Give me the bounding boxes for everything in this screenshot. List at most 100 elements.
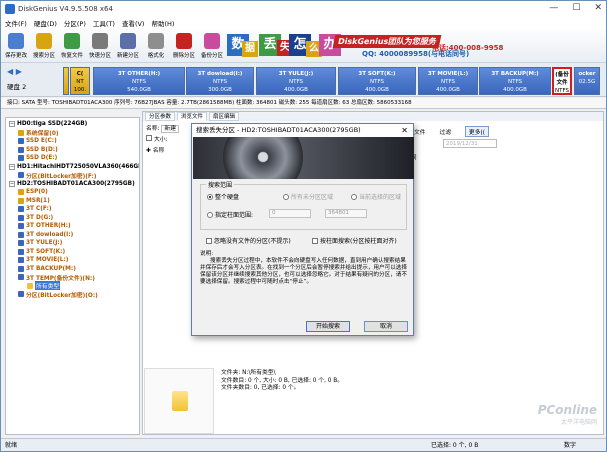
tab-partition-params[interactable]: 分区参数 bbox=[145, 112, 176, 121]
tree-partition-node[interactable]: 3T YULE(J:) bbox=[6, 239, 139, 248]
tree-node-label: 3T C(F:) bbox=[26, 206, 52, 213]
partition-bar[interactable]: 3T BACKUP(M:) NTFS 400.0GB bbox=[479, 67, 551, 95]
tree-partition-node[interactable]: 3T C(F:) bbox=[6, 205, 139, 214]
dialog-close-icon[interactable]: ✕ bbox=[401, 124, 408, 137]
tree-partition-node[interactable]: MSR(1) bbox=[6, 197, 139, 206]
tree-partition-node[interactable]: 3T MOVIE(L:) bbox=[6, 256, 139, 265]
tree-node-label: 分区(BitLocker加密)(F:) bbox=[26, 173, 97, 180]
tree-disk-node[interactable]: − HD2:TOSHIBADT01ACA300(2795GB) bbox=[6, 180, 139, 189]
path-row: 名称: 新建 大小: ✚ 名称 bbox=[146, 124, 179, 157]
menu-view[interactable]: 查看(V) bbox=[122, 18, 145, 28]
date-field[interactable]: 2019/12/31 bbox=[443, 139, 497, 148]
tree-partition-node[interactable]: 3T dowload(I:) bbox=[6, 231, 139, 240]
partition-size: 400.0GB bbox=[503, 87, 527, 93]
tree-partition-node[interactable]: ESP(0) bbox=[6, 188, 139, 197]
save-icon bbox=[8, 33, 24, 49]
tree-partition-node[interactable]: 所有类型 bbox=[6, 281, 139, 291]
path-value[interactable]: 新建 bbox=[161, 125, 179, 133]
partition-icon bbox=[18, 189, 24, 196]
tree-partition-node[interactable]: SSD D(E:) bbox=[6, 154, 139, 163]
column-name[interactable]: 名称 bbox=[153, 148, 165, 154]
tree-partition-node[interactable]: 分区(BitLocker加密)(F:) bbox=[6, 171, 139, 180]
cylinder-from-input[interactable]: 0 bbox=[269, 209, 311, 218]
partition-bar[interactable]: (备份文件NTFS31.8G bbox=[552, 67, 572, 95]
collapse-icon[interactable]: − bbox=[9, 163, 15, 170]
partition-name: 3T BACKUP(M:) bbox=[491, 71, 539, 77]
partition-fs: NTFS bbox=[212, 79, 228, 85]
collapse-icon[interactable]: − bbox=[9, 180, 15, 187]
search-icon bbox=[36, 33, 52, 49]
radio-cylinder-range[interactable]: 指定柱面范围: bbox=[207, 210, 253, 219]
watermark-logo: PConline 太平洋电脑网 bbox=[537, 403, 597, 426]
search-partition-button[interactable]: 搜索分区 bbox=[31, 33, 57, 59]
tree-partition-node[interactable]: 3T OTHER(H:) bbox=[6, 222, 139, 231]
more-button[interactable]: 更多(( bbox=[464, 126, 490, 137]
tree-partition-node[interactable]: 3T SOFT(K:) bbox=[6, 248, 139, 257]
banner-qq: QQ: 4000089958(与电话同号) bbox=[362, 50, 470, 58]
cylinder-to-input[interactable]: 364801 bbox=[325, 209, 367, 218]
recover-files-button[interactable]: 恢复文件 bbox=[59, 33, 85, 59]
tree-node-label: HD0:tiga SSD(224GB) bbox=[17, 121, 88, 128]
partition-bar[interactable]: 3T OTHER(H:) NTFS 540.0GB bbox=[93, 67, 185, 95]
tab-sector-edit[interactable]: 扇区编辑 bbox=[209, 112, 240, 121]
start-search-button[interactable]: 开始搜索 bbox=[306, 321, 350, 332]
partition-bar[interactable]: 3T MOVIE(L:) NTFS 400.0GB bbox=[418, 67, 478, 95]
quick-partition-button[interactable]: 快速分区 bbox=[87, 33, 113, 59]
partition-bar[interactable] bbox=[63, 67, 69, 95]
tree-partition-node[interactable]: 3T D(G:) bbox=[6, 214, 139, 223]
delete-partition-button[interactable]: 删除分区 bbox=[171, 33, 197, 59]
description-title: 说明: bbox=[200, 251, 214, 257]
disk-nav-arrows[interactable]: ◀ ▶ bbox=[7, 67, 22, 76]
tree-partition-node[interactable]: 系统保留(0) bbox=[6, 129, 139, 137]
tree-node-label: ESP(0) bbox=[26, 189, 48, 196]
close-icon[interactable]: ✕ bbox=[594, 3, 602, 13]
menu-help[interactable]: 帮助(H) bbox=[151, 18, 174, 28]
path-label: 名称: bbox=[146, 126, 160, 132]
menu-tools[interactable]: 工具(T) bbox=[93, 18, 115, 28]
promo-banner[interactable]: 数 据 丢 失 怎 么 办 DiskGenius团队为您服务 电话:400-00… bbox=[227, 31, 605, 63]
collapse-icon[interactable]: − bbox=[9, 121, 15, 128]
tree-disk-node[interactable]: − HD1:HitachiHDT725050VLA360(466GB bbox=[6, 163, 139, 172]
backup-partition-button[interactable]: 备份分区 bbox=[199, 33, 225, 59]
partition-bar[interactable]: 3T dowload(I:) NTFS 300.0GB bbox=[186, 67, 254, 95]
partition-bar[interactable]: 3T SOFT(K:) NTFS 400.0GB bbox=[338, 67, 416, 95]
folder-icon bbox=[172, 391, 188, 411]
status-selected: 已选择: 0 个, 0 B bbox=[431, 442, 479, 449]
radio-whole-disk[interactable]: 整个硬盘 bbox=[207, 192, 239, 201]
format-button[interactable]: 格式化 bbox=[143, 33, 169, 59]
partition-size: 300.0GB bbox=[208, 87, 232, 93]
tree-partition-node[interactable]: 分区(BitLocker加密)(O:) bbox=[6, 290, 139, 299]
tree-partition-node[interactable]: 3T TEMP(备份文件)(N:) bbox=[6, 273, 139, 282]
partition-bar[interactable]: C(NT 100. bbox=[70, 67, 90, 95]
save-button[interactable]: 保存更改 bbox=[3, 33, 29, 59]
tree-node-label: 3T D(G:) bbox=[26, 214, 54, 221]
cancel-button[interactable]: 取消 bbox=[364, 321, 408, 332]
tree-node-label: 3T MOVIE(L:) bbox=[26, 257, 69, 264]
maximize-icon[interactable]: ☐ bbox=[572, 3, 580, 13]
menu-file[interactable]: 文件(F) bbox=[5, 18, 27, 28]
new-partition-button[interactable]: 新建分区 bbox=[115, 33, 141, 59]
cylinder-align-checkbox[interactable]: 按柱面搜索(分区按柱面对齐) bbox=[312, 236, 397, 245]
partition-size: 540.0GB bbox=[127, 87, 151, 93]
tree-partition-node[interactable]: SSD E(C:) bbox=[6, 137, 139, 146]
radio-unallocated[interactable]: 所有未分区区域 bbox=[283, 192, 333, 201]
partition-bar[interactable]: 3T YULE(J:) NTFS 400.0GB bbox=[256, 67, 336, 95]
radio-icon bbox=[207, 211, 213, 218]
partition-icon bbox=[18, 291, 24, 298]
menu-bar: 文件(F) 硬盘(D) 分区(P) 工具(T) 查看(V) 帮助(H) bbox=[1, 17, 606, 29]
radio-selected-area[interactable]: 当前选择的区域 bbox=[351, 192, 401, 201]
partition-name: 3T dowload(I:) bbox=[197, 71, 243, 77]
tree-partition-node[interactable]: SSD B(D:) bbox=[6, 146, 139, 155]
menu-disk[interactable]: 硬盘(D) bbox=[34, 18, 57, 28]
partition-name: C( bbox=[76, 71, 84, 77]
filter-button[interactable]: 过滤 bbox=[439, 130, 451, 136]
tree-disk-node[interactable]: − HD0:tiga SSD(224GB) bbox=[6, 120, 139, 129]
skip-empty-checkbox[interactable]: 忽略没有文件的分区(不提示) bbox=[206, 236, 291, 245]
partition-fs: NTFS bbox=[288, 79, 304, 85]
menu-partition[interactable]: 分区(P) bbox=[64, 18, 86, 28]
partition-bar[interactable]: ocker 02.5G bbox=[574, 67, 600, 95]
minimize-icon[interactable]: — bbox=[549, 3, 558, 13]
size-checkbox[interactable] bbox=[146, 135, 152, 141]
tab-browse-files[interactable]: 浏览文件 bbox=[177, 112, 208, 121]
tree-partition-node[interactable]: 3T BACKUP(M:) bbox=[6, 265, 139, 274]
